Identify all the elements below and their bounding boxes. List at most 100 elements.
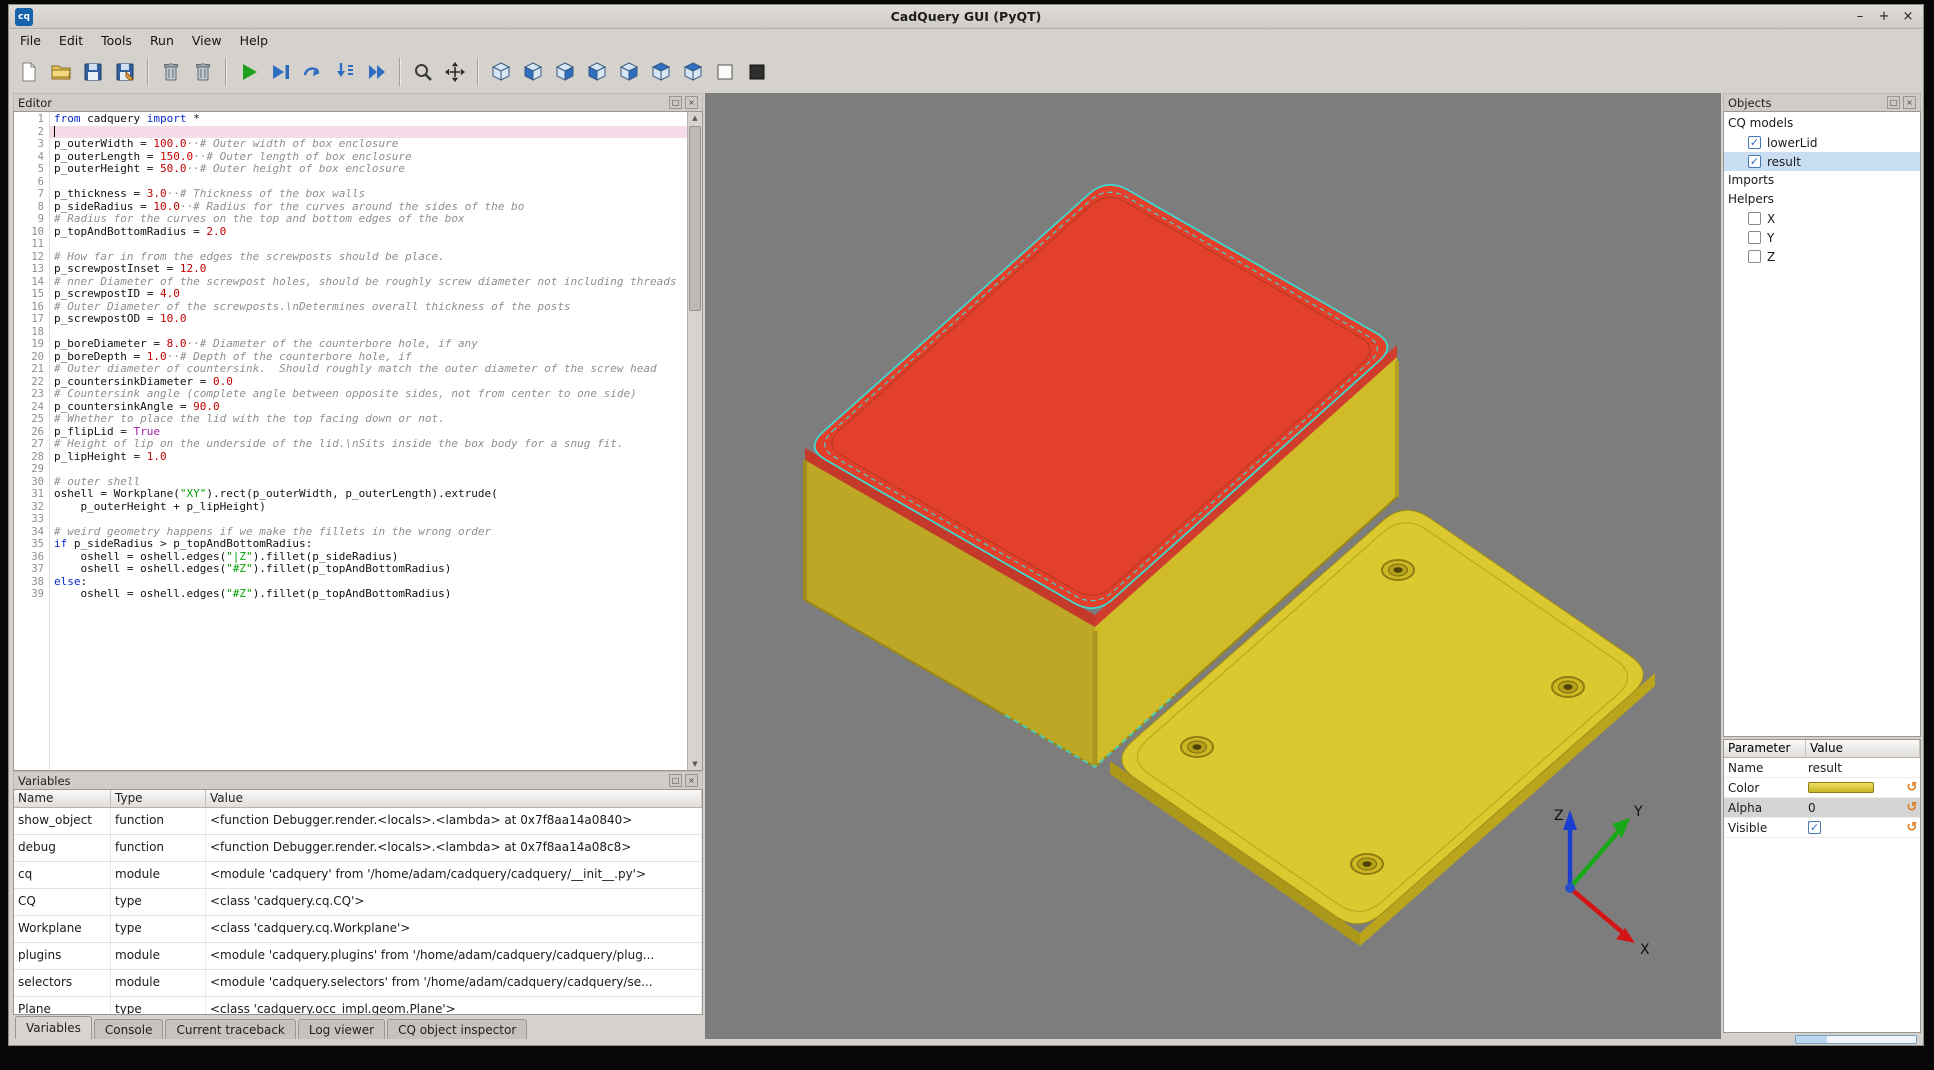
parameter-text-value[interactable]: 0 xyxy=(1808,801,1816,815)
checkbox-unchecked[interactable] xyxy=(1748,250,1761,263)
continue-execution-button[interactable] xyxy=(362,57,392,87)
float-panel-icon[interactable]: □ xyxy=(669,774,682,787)
tree-group-imports[interactable]: Imports xyxy=(1724,171,1920,190)
checkbox-checked[interactable]: ✓ xyxy=(1808,821,1821,834)
title-bar[interactable]: cq CadQuery GUI (PyQT) – + × xyxy=(9,5,1923,29)
variable-cell: cq xyxy=(14,862,111,888)
minimize-button[interactable]: – xyxy=(1851,8,1869,26)
code-line: from cadquery import * xyxy=(54,113,687,126)
column-header-name[interactable]: Name xyxy=(14,790,111,807)
menu-bar: FileEditToolsRunViewHelp xyxy=(11,30,277,51)
tree-item-lowerlid[interactable]: ✓lowerLid xyxy=(1724,133,1920,152)
menu-run[interactable]: Run xyxy=(141,31,183,50)
variable-row-show_object[interactable]: show_objectfunction<function Debugger.re… xyxy=(14,808,702,835)
tab-variables[interactable]: Variables xyxy=(15,1016,92,1039)
tab-current-traceback[interactable]: Current traceback xyxy=(165,1019,295,1039)
line-number: 16 xyxy=(14,301,44,314)
checkbox-unchecked[interactable] xyxy=(1748,231,1761,244)
tree-item-x[interactable]: X xyxy=(1724,209,1920,228)
variable-cell: Plane xyxy=(14,997,111,1015)
run-script-button[interactable] xyxy=(234,57,264,87)
column-header-type[interactable]: Type xyxy=(111,790,206,807)
zoom-to-fit-button[interactable] xyxy=(408,57,438,87)
menu-help[interactable]: Help xyxy=(231,31,278,50)
debug-script-button[interactable] xyxy=(266,57,296,87)
color-swatch[interactable] xyxy=(1808,782,1874,793)
variable-row-Workplane[interactable]: Workplanetype<class 'cadquery.cq.Workpla… xyxy=(14,916,702,943)
tab-log-viewer[interactable]: Log viewer xyxy=(298,1019,385,1039)
code-editor[interactable]: 1234567891011121314151617181920212223242… xyxy=(13,111,703,771)
scroll-down-icon[interactable]: ▼ xyxy=(688,758,702,770)
line-number: 10 xyxy=(14,226,44,239)
step-over-button[interactable] xyxy=(298,57,328,87)
parameters-panel: ParameterValue NameresultColor↺Alpha0↺Vi… xyxy=(1723,739,1921,1033)
delete-object-button[interactable] xyxy=(156,57,186,87)
view-bottom-button[interactable] xyxy=(678,57,708,87)
parameter-row-alpha[interactable]: Alpha0↺ xyxy=(1724,798,1920,818)
clear-objects-button[interactable] xyxy=(188,57,218,87)
view-iso-button[interactable] xyxy=(486,57,516,87)
variable-row-debug[interactable]: debugfunction<function Debugger.render.<… xyxy=(14,835,702,862)
menu-view[interactable]: View xyxy=(183,31,231,50)
reset-parameter-icon[interactable]: ↺ xyxy=(1904,780,1920,795)
checkbox-checked[interactable]: ✓ xyxy=(1748,136,1761,149)
open-file-button[interactable] xyxy=(46,57,76,87)
variable-cell: <class 'cadquery.occ_impl.geom.Plane'> xyxy=(206,997,702,1015)
tree-group-helpers[interactable]: Helpers xyxy=(1724,190,1920,209)
tab-cq-object-inspector[interactable]: CQ object inspector xyxy=(387,1019,527,1039)
close-panel-icon[interactable]: × xyxy=(685,774,698,787)
menu-file[interactable]: File xyxy=(11,31,50,50)
code-line: oshell = oshell.edges("#Z").fillet(p_top… xyxy=(54,563,687,576)
parameter-row-visible[interactable]: Visible✓↺ xyxy=(1724,818,1920,838)
tree-item-result[interactable]: ✓result xyxy=(1724,152,1920,171)
variable-row-selectors[interactable]: selectorsmodule<module 'cadquery.selecto… xyxy=(14,970,702,997)
float-panel-icon[interactable]: □ xyxy=(669,96,682,109)
3d-viewport[interactable]: Z Y X xyxy=(705,93,1721,1039)
reset-parameter-icon[interactable]: ↺ xyxy=(1904,800,1920,815)
maximize-button[interactable]: + xyxy=(1875,8,1893,26)
variable-row-Plane[interactable]: Planetype<class 'cadquery.occ_impl.geom.… xyxy=(14,997,702,1015)
view-front-button[interactable] xyxy=(518,57,548,87)
view-shaded-button[interactable] xyxy=(742,57,772,87)
objects-panel: Objects □ × CQ models✓lowerLid✓resultImp… xyxy=(1723,93,1921,737)
variable-row-CQ[interactable]: CQtype<class 'cadquery.cq.CQ'> xyxy=(14,889,702,916)
column-header-value[interactable]: Value xyxy=(206,790,702,807)
parameter-row-name[interactable]: Nameresult xyxy=(1724,758,1920,778)
view-wireframe-button[interactable] xyxy=(710,57,740,87)
close-panel-icon[interactable]: × xyxy=(1903,96,1916,109)
menu-tools[interactable]: Tools xyxy=(92,31,141,50)
variable-row-plugins[interactable]: pluginsmodule<module 'cadquery.plugins' … xyxy=(14,943,702,970)
parameter-row-color[interactable]: Color↺ xyxy=(1724,778,1920,798)
tree-group-cq-models[interactable]: CQ models xyxy=(1724,114,1920,133)
step-into-button[interactable] xyxy=(330,57,360,87)
fit-all-button[interactable] xyxy=(440,57,470,87)
view-top-button[interactable] xyxy=(646,57,676,87)
tree-item-y[interactable]: Y xyxy=(1724,228,1920,247)
checkbox-checked[interactable]: ✓ xyxy=(1748,155,1761,168)
save-file-button[interactable] xyxy=(78,57,108,87)
code-area[interactable]: from cadquery import *p_outerWidth = 100… xyxy=(50,112,687,770)
column-header-value[interactable]: Value xyxy=(1806,740,1920,757)
new-file-button[interactable] xyxy=(14,57,44,87)
reset-parameter-icon[interactable]: ↺ xyxy=(1904,820,1920,835)
save-as-button[interactable] xyxy=(110,57,140,87)
column-header-parameter[interactable]: Parameter xyxy=(1724,740,1806,757)
editor-scrollbar[interactable]: ▲ ▼ xyxy=(687,112,702,770)
scrollbar-thumb[interactable] xyxy=(689,126,701,311)
checkbox-unchecked[interactable] xyxy=(1748,212,1761,225)
tab-console[interactable]: Console xyxy=(94,1019,164,1039)
objects-tree: CQ models✓lowerLid✓resultImportsHelpersX… xyxy=(1723,111,1921,737)
close-button[interactable]: × xyxy=(1899,8,1917,26)
tree-item-z[interactable]: Z xyxy=(1724,247,1920,266)
progress-fill xyxy=(1796,1036,1827,1043)
view-right-button[interactable] xyxy=(614,57,644,87)
view-left-button[interactable] xyxy=(582,57,612,87)
close-panel-icon[interactable]: × xyxy=(685,96,698,109)
scroll-up-icon[interactable]: ▲ xyxy=(688,112,702,124)
square-dark-icon xyxy=(745,60,769,84)
menu-edit[interactable]: Edit xyxy=(50,31,92,50)
float-panel-icon[interactable]: □ xyxy=(1887,96,1900,109)
variable-row-cq[interactable]: cqmodule<module 'cadquery' from '/home/a… xyxy=(14,862,702,889)
parameter-text-value[interactable]: result xyxy=(1808,761,1842,775)
view-back-button[interactable] xyxy=(550,57,580,87)
